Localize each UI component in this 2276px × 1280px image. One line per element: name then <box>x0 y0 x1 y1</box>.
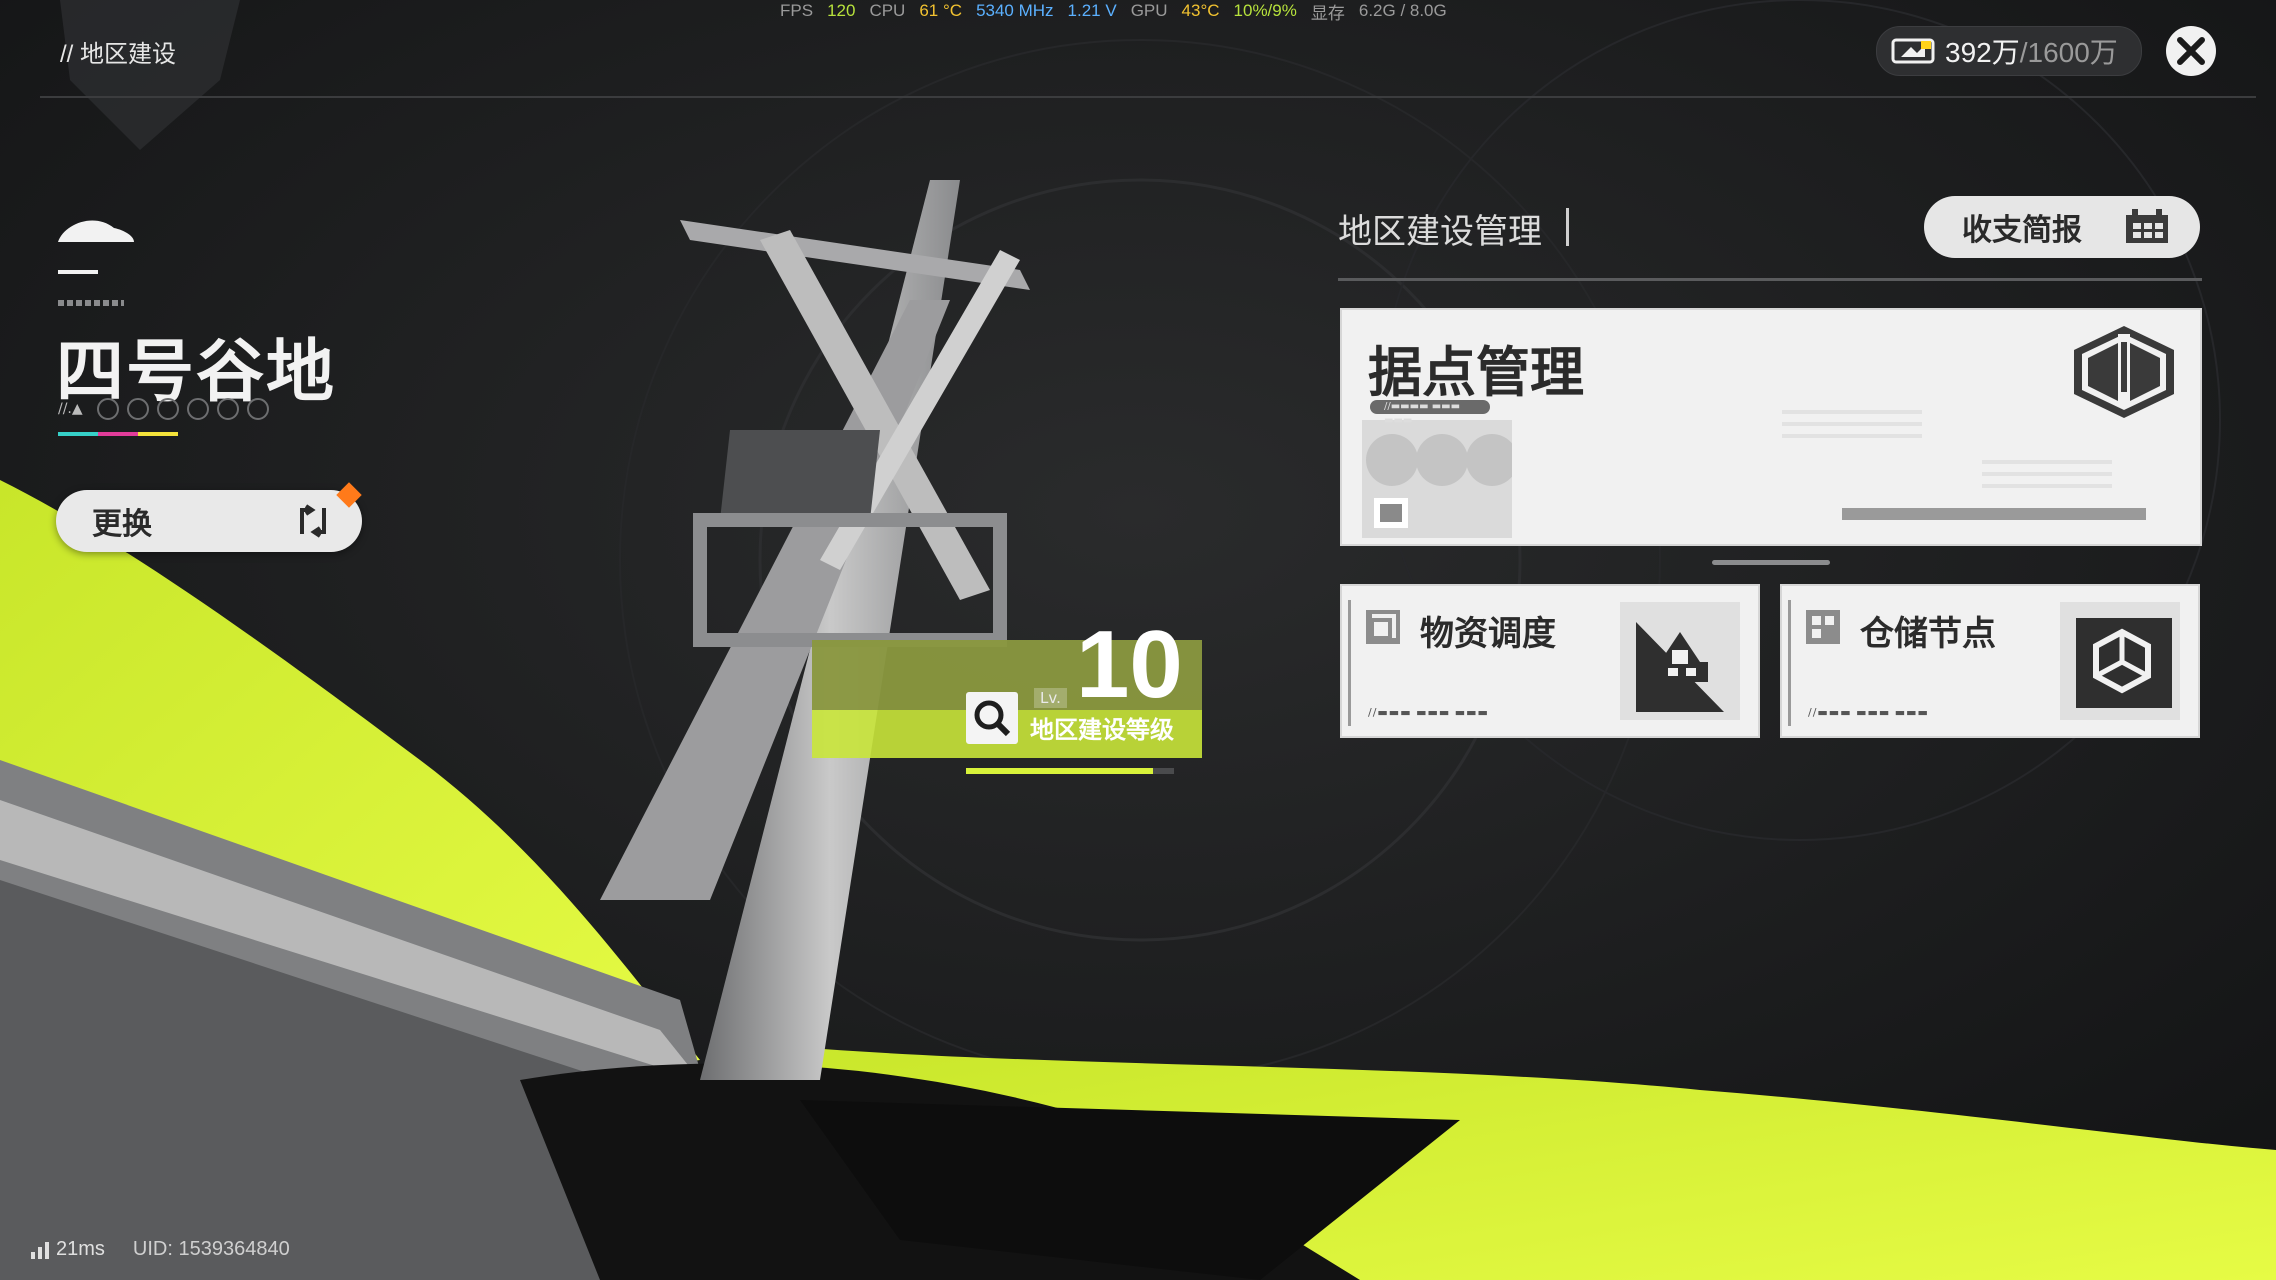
cpu-label: CPU <box>869 1 906 20</box>
region-decor-bar <box>58 300 124 306</box>
change-region-label: 更换 <box>92 508 152 541</box>
dispatch-building-icon <box>1620 602 1740 720</box>
dispatch-small-icon <box>1366 610 1400 644</box>
region-dot <box>126 398 149 420</box>
search-icon <box>974 700 1011 737</box>
close-button[interactable] <box>2166 26 2216 76</box>
storage-node-title: 仓储节点 <box>1860 615 1996 653</box>
card-stripe-pattern <box>1782 410 2112 488</box>
gpu-usage: 10%/9% <box>1233 1 1297 20</box>
base-management-tag: //▬▬▬▬ ▬▬▬ ▬▬▬ <box>1370 400 1490 426</box>
region-color-bar <box>58 432 178 436</box>
card-pattern <box>1362 420 1512 538</box>
level-progress-bar <box>966 768 1174 774</box>
cpu-volt: 1.21 V <box>1067 1 1117 20</box>
section-title: 地区建设管理 <box>1338 213 1542 251</box>
base-management-title: 据点管理 <box>1368 343 1584 403</box>
income-report-label: 收支简报 <box>1962 214 2082 247</box>
gpu-label: GPU <box>1130 1 1168 20</box>
breadcrumb: // 地区建设 <box>60 41 177 68</box>
region-dot <box>186 398 209 420</box>
tower-emblem-icon <box>2074 326 2174 418</box>
cpu-clock: 5340 MHz <box>976 1 1054 20</box>
weather-icon <box>58 220 134 274</box>
currency-value: 392万 <box>1945 37 2020 68</box>
status-footer: 21ms UID: 1539364840 <box>30 1238 290 1261</box>
region-star-dots: //.▲ <box>58 398 269 420</box>
fps-label: FPS <box>780 1 814 20</box>
level-label: 地区建设等级 <box>1030 717 1174 744</box>
calendar-icon <box>2126 209 2168 243</box>
header-divider <box>40 96 2256 98</box>
user-id: UID: 1539364840 <box>132 1238 290 1260</box>
region-lv-mark: //.▲ <box>58 401 83 417</box>
fps-value: 120 <box>827 1 856 20</box>
swap-icon <box>300 504 326 538</box>
ping-value: 21ms <box>56 1238 105 1260</box>
base-management-card[interactable]: 据点管理 //▬▬▬▬ ▬▬▬ ▬▬▬ <box>1340 308 2202 546</box>
region-dot <box>156 398 179 420</box>
base-management-bar <box>1842 508 2146 520</box>
card-accent-strip <box>1348 600 1351 726</box>
base-management-tag-text: //▬▬▬▬ ▬▬▬ ▬▬▬ <box>1384 401 1461 426</box>
material-dispatch-sub: //▬▬▬ ▬▬▬ ▬▬▬ <box>1368 706 1489 719</box>
income-report-button[interactable]: 收支简报 <box>1924 196 2200 258</box>
level-detail-button[interactable] <box>966 692 1018 744</box>
level-lv-tag: Lv. <box>1034 688 1067 708</box>
section-title-caret <box>1566 208 1569 246</box>
vram-value: 6.2G / 8.0G <box>1358 1 1447 20</box>
card-accent-strip <box>1788 600 1791 726</box>
signal-icon <box>31 1241 49 1259</box>
currency-icon <box>1891 38 1935 64</box>
region-dot <box>246 398 269 420</box>
storage-node-sub: //▬▬▬ ▬▬▬ ▬▬▬ <box>1808 706 1929 719</box>
currency-display[interactable]: 392万 /1600万 <box>1876 26 2142 76</box>
cpu-temp: 61 °C <box>919 1 963 20</box>
region-dot <box>96 398 119 420</box>
storage-cube-icon <box>2060 602 2180 720</box>
storage-small-icon <box>1806 610 1840 644</box>
vram-label: 显存 <box>1310 3 1345 23</box>
change-region-button[interactable]: 更换 <box>56 490 362 552</box>
performance-overlay: FPS 120 CPU 61 °C 5340 MHz 1.21 V GPU 43… <box>780 0 1461 23</box>
carousel-indicator <box>1712 560 1830 565</box>
level-value: 10 <box>1076 611 1183 718</box>
storage-node-card[interactable]: 仓储节点 //▬▬▬ ▬▬▬ ▬▬▬ <box>1780 584 2200 738</box>
material-dispatch-title: 物资调度 <box>1420 615 1556 653</box>
material-dispatch-card[interactable]: 物资调度 //▬▬▬ ▬▬▬ ▬▬▬ <box>1340 584 1760 738</box>
close-icon <box>2177 37 2205 65</box>
region-dot <box>216 398 239 420</box>
gpu-temp: 43°C <box>1181 1 1220 20</box>
currency-max: /1600万 <box>2019 37 2118 68</box>
section-divider <box>1338 278 2202 281</box>
level-progress-fill <box>966 768 1154 774</box>
